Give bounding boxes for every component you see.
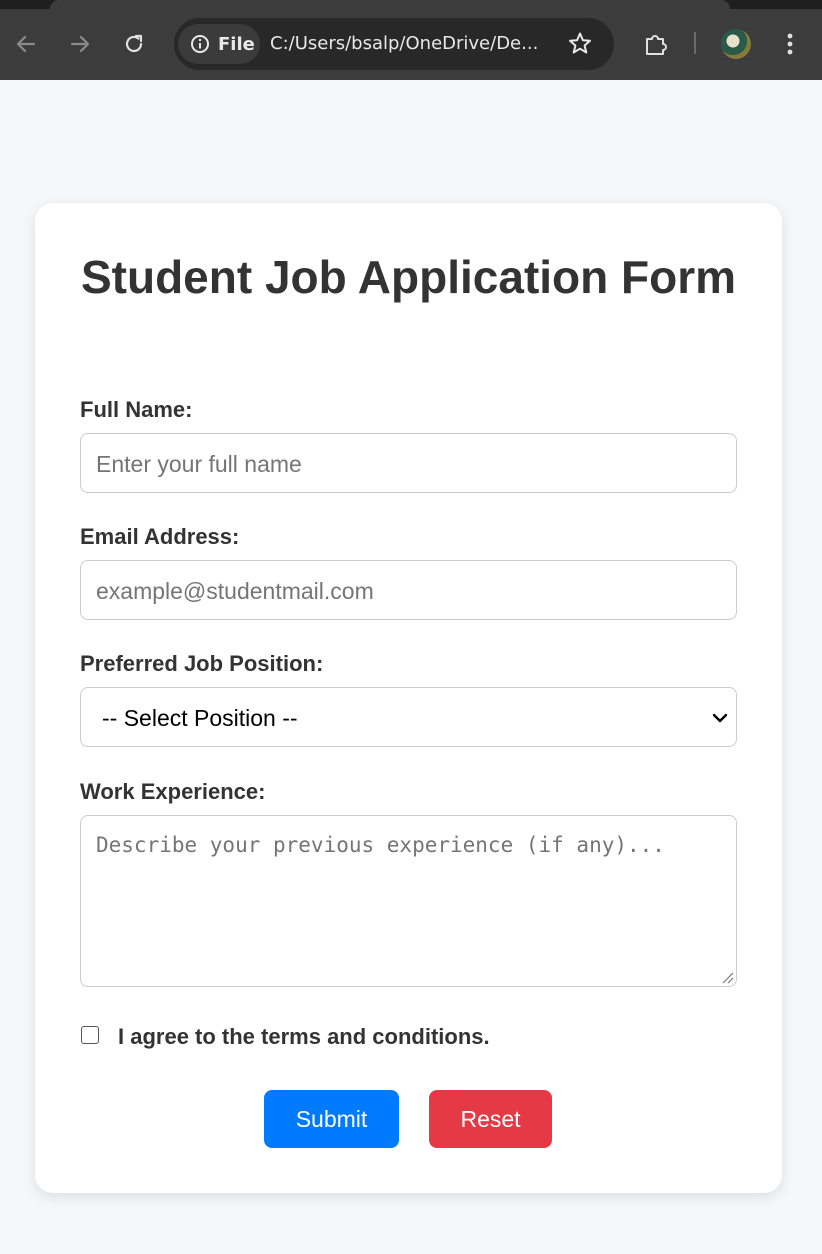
reload-icon xyxy=(125,34,143,53)
full-name-placeholder: Enter your full name xyxy=(96,451,302,477)
address-bar[interactable]: File C:/Users/bsalp/OneDrive/De... xyxy=(174,18,614,70)
arrow-left-icon xyxy=(16,35,36,53)
form-title: Student Job Application Form xyxy=(80,251,737,303)
work-experience-textarea[interactable]: Describe your previous experience (if an… xyxy=(80,815,737,987)
resize-grip-icon[interactable] xyxy=(720,970,734,984)
work-experience-placeholder: Describe your previous experience (if an… xyxy=(96,833,665,857)
tab-strip xyxy=(0,0,822,9)
chevron-down-icon xyxy=(712,713,728,723)
email-placeholder: example@studentmail.com xyxy=(96,578,374,604)
menu-button[interactable] xyxy=(770,24,810,64)
reload-button[interactable] xyxy=(114,24,154,64)
email-label: Email Address: xyxy=(80,524,240,549)
site-info-chip[interactable]: File xyxy=(178,24,260,64)
profile-avatar[interactable] xyxy=(721,29,751,59)
application-form-card: Student Job Application Form Full Name: … xyxy=(35,203,782,1193)
back-button[interactable] xyxy=(6,24,46,64)
puzzle-icon xyxy=(646,35,667,55)
full-name-input[interactable]: Enter your full name xyxy=(80,433,737,493)
toolbar-divider xyxy=(694,32,696,54)
reset-button[interactable]: Reset xyxy=(429,1090,552,1148)
job-position-select[interactable]: -- Select Position -- xyxy=(80,687,737,747)
extensions-button[interactable] xyxy=(636,24,676,64)
work-experience-label: Work Experience: xyxy=(80,779,266,804)
email-input[interactable]: example@studentmail.com xyxy=(80,560,737,620)
url-text[interactable]: C:/Users/bsalp/OneDrive/De... xyxy=(270,33,538,54)
forward-button[interactable] xyxy=(60,24,100,64)
job-position-label: Preferred Job Position: xyxy=(80,651,324,676)
active-tab[interactable] xyxy=(50,0,730,9)
submit-button[interactable]: Submit xyxy=(264,1090,399,1148)
site-info-label: File xyxy=(218,33,255,55)
terms-checkbox[interactable] xyxy=(81,1026,99,1044)
arrow-right-icon xyxy=(70,35,90,53)
bookmark-star-icon[interactable] xyxy=(566,30,594,58)
browser-toolbar: File C:/Users/bsalp/OneDrive/De... xyxy=(0,0,822,80)
job-position-selected: -- Select Position -- xyxy=(102,705,298,731)
full-name-label: Full Name: xyxy=(80,397,193,422)
terms-label[interactable]: I agree to the terms and conditions. xyxy=(118,1024,490,1050)
info-icon xyxy=(191,35,209,53)
more-vert-icon xyxy=(787,33,793,55)
